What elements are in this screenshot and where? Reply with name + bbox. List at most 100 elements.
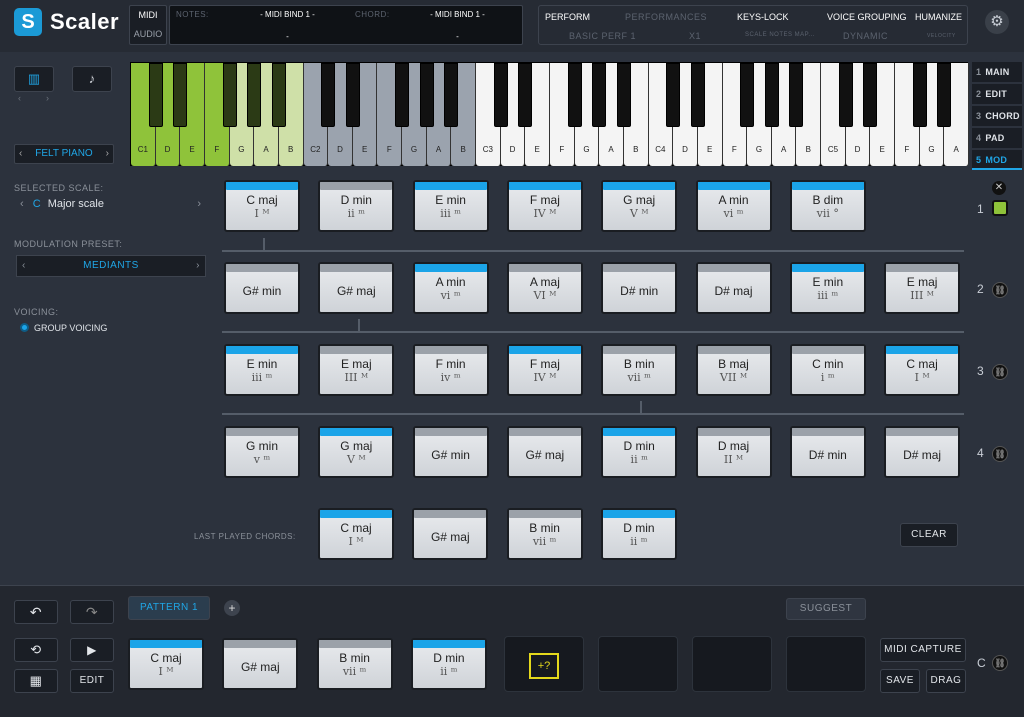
instrument-next-icon[interactable]: › bbox=[106, 145, 109, 163]
black-key[interactable] bbox=[740, 63, 755, 127]
black-key[interactable] bbox=[690, 63, 705, 127]
black-key[interactable] bbox=[419, 63, 434, 127]
instrument-prev-icon[interactable]: ‹ bbox=[19, 145, 22, 163]
redo-icon[interactable]: ↷ bbox=[70, 600, 114, 624]
chord-button[interactable]: E min iii ᵐ bbox=[789, 262, 866, 314]
chord-button[interactable]: G min v ᵐ bbox=[224, 426, 300, 478]
black-key[interactable] bbox=[764, 63, 779, 127]
black-key[interactable] bbox=[395, 63, 410, 127]
voice-grouping-button[interactable]: VOICE GROUPING bbox=[827, 12, 907, 22]
empty-slot[interactable] bbox=[786, 636, 866, 692]
chord-button[interactable]: A min vi ᵐ bbox=[412, 262, 489, 314]
black-key[interactable] bbox=[789, 63, 804, 127]
chord-button[interactable]: E min iii ᵐ bbox=[224, 344, 300, 396]
clear-button[interactable]: CLEAR bbox=[900, 523, 958, 547]
chord-button[interactable]: D min ii ᵐ bbox=[601, 426, 678, 478]
link-icon[interactable]: ⛓ bbox=[992, 282, 1008, 298]
guitar-view-icon[interactable]: ♪ bbox=[72, 66, 112, 92]
loop-icon[interactable]: ⟲ bbox=[14, 638, 58, 662]
undo-icon[interactable]: ↶ bbox=[14, 600, 58, 624]
chord-button[interactable]: A maj VI ᴹ bbox=[506, 262, 583, 314]
basic-perf-select[interactable]: BASIC PERF 1 bbox=[569, 31, 636, 41]
chord-button[interactable]: G# maj bbox=[506, 426, 583, 478]
chord-button[interactable]: G maj V ᴹ bbox=[601, 180, 678, 232]
chord-button[interactable]: G# maj bbox=[412, 508, 489, 560]
settings-gear-icon[interactable]: ⚙ bbox=[985, 10, 1009, 34]
chord-button[interactable]: G# min bbox=[224, 262, 300, 314]
chord-button[interactable]: D min ii ᵐ bbox=[600, 508, 677, 560]
chord-button[interactable]: G maj V ᴹ bbox=[318, 426, 395, 478]
chord-button[interactable]: B min vii ᵐ bbox=[601, 344, 678, 396]
tab-main[interactable]: 1 MAIN bbox=[972, 62, 1022, 82]
audio-toggle[interactable]: AUDIO bbox=[130, 25, 166, 44]
black-key[interactable] bbox=[222, 63, 237, 127]
keyboard-view-icon[interactable]: ▥ bbox=[14, 66, 54, 92]
instrument-selector[interactable]: ‹ FELT PIANO › bbox=[14, 144, 114, 164]
notes-value[interactable]: - MIDI BIND 1 - bbox=[240, 10, 335, 19]
chord-button[interactable]: C maj I ᴹ bbox=[884, 344, 961, 396]
scale-next-icon[interactable]: › bbox=[197, 198, 201, 210]
black-key[interactable] bbox=[518, 63, 533, 127]
black-key[interactable] bbox=[321, 63, 336, 127]
empty-slot[interactable] bbox=[692, 636, 772, 692]
edit-button[interactable]: EDIT bbox=[70, 669, 114, 693]
tab-edit[interactable]: 2 EDIT bbox=[972, 84, 1022, 104]
black-key[interactable] bbox=[148, 63, 163, 127]
perform-button[interactable]: PERFORM bbox=[545, 12, 590, 22]
chord-button[interactable]: D# maj bbox=[695, 262, 772, 314]
chord-button[interactable]: G# min bbox=[412, 426, 489, 478]
black-key[interactable] bbox=[444, 63, 459, 127]
view-next-icon[interactable]: › bbox=[46, 93, 49, 103]
group-voicing-option[interactable]: GROUP VOICING bbox=[20, 323, 107, 333]
black-key[interactable] bbox=[863, 63, 878, 127]
preset-prev-icon[interactable]: ‹ bbox=[22, 256, 26, 276]
scale-notes-select[interactable]: SCALE NOTES MAP... bbox=[745, 32, 815, 38]
chord-button[interactable]: C maj I ᴹ bbox=[318, 508, 394, 560]
black-key[interactable] bbox=[173, 63, 188, 127]
chord-button[interactable]: C maj I ᴹ bbox=[224, 180, 300, 232]
chord-button[interactable]: B min vii ᵐ bbox=[506, 508, 583, 560]
black-key[interactable] bbox=[592, 63, 607, 127]
chord-button[interactable]: F maj IV ᴹ bbox=[506, 344, 583, 396]
keys-lock-button[interactable]: KEYS-LOCK bbox=[737, 12, 789, 22]
chord-button[interactable]: A min vi ᵐ bbox=[695, 180, 772, 232]
black-key[interactable] bbox=[345, 63, 360, 127]
black-key[interactable] bbox=[247, 63, 262, 127]
close-icon[interactable]: ✕ bbox=[992, 181, 1006, 195]
black-key[interactable] bbox=[616, 63, 631, 127]
chord-button[interactable]: B dim vii ° bbox=[789, 180, 866, 232]
chord-button[interactable]: C maj I ᴹ bbox=[128, 638, 204, 690]
black-key[interactable] bbox=[912, 63, 927, 127]
empty-slot[interactable] bbox=[598, 636, 678, 692]
link-icon[interactable]: ⛓ bbox=[992, 446, 1008, 462]
black-key[interactable] bbox=[493, 63, 508, 127]
piano-keyboard[interactable]: C1 D E F G A B C2 D E F G A B C3 D E F G A B C4 D E F G A B C5 D E F G A bbox=[130, 62, 969, 166]
chord-button[interactable]: E maj III ᴹ bbox=[318, 344, 395, 396]
chord-button[interactable]: E min iii ᵐ bbox=[412, 180, 489, 232]
chord-button[interactable]: D# maj bbox=[884, 426, 961, 478]
chord-button[interactable]: B maj VII ᴹ bbox=[695, 344, 772, 396]
scale-selector[interactable]: ‹ C Major scale › bbox=[20, 198, 205, 210]
chord-button[interactable]: F maj IV ᴹ bbox=[506, 180, 583, 232]
chord-value[interactable]: - MIDI BIND 1 - bbox=[410, 10, 505, 19]
humanize-button[interactable]: HUMANIZE bbox=[915, 12, 962, 22]
midi-toggle[interactable]: MIDI bbox=[130, 6, 166, 25]
chord-button[interactable]: G# maj bbox=[318, 262, 395, 314]
link-icon[interactable]: ⛓ bbox=[992, 655, 1008, 671]
chord-button[interactable]: B min vii ᵐ bbox=[316, 638, 393, 690]
black-key[interactable] bbox=[271, 63, 286, 127]
black-key[interactable] bbox=[937, 63, 952, 127]
pattern-tab[interactable]: PATTERN 1 bbox=[128, 596, 210, 620]
black-key[interactable] bbox=[666, 63, 681, 127]
grid-icon[interactable]: ▦ bbox=[14, 669, 58, 693]
save-button[interactable]: SAVE bbox=[880, 669, 920, 693]
drag-button[interactable]: DRAG bbox=[926, 669, 966, 693]
chord-button[interactable]: F min iv ᵐ bbox=[412, 344, 489, 396]
tab-chord[interactable]: 3 CHORD bbox=[972, 106, 1022, 126]
chord-button[interactable]: D maj II ᴹ bbox=[695, 426, 772, 478]
chord-button[interactable]: D# min bbox=[789, 426, 866, 478]
tab-pad[interactable]: 4 PAD bbox=[972, 128, 1022, 148]
x1-label[interactable]: X1 bbox=[689, 31, 701, 41]
chord-button[interactable]: G# maj bbox=[222, 638, 299, 690]
dynamic-select[interactable]: DYNAMIC bbox=[843, 31, 888, 41]
